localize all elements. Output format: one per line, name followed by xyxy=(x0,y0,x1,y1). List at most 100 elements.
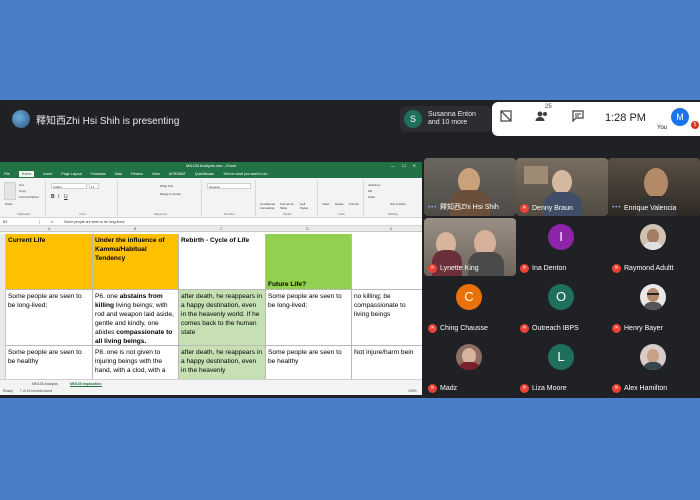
format-painter-button[interactable]: Format Painter xyxy=(19,195,39,199)
shared-screen-excel: MN135 Analysis.xlsx - Excel — ☐ ✕ File Ho… xyxy=(0,162,422,395)
col-header-e[interactable]: E xyxy=(390,227,392,231)
col-header-b[interactable]: B xyxy=(134,227,136,231)
menu-item-6[interactable]: Review xyxy=(131,172,143,176)
clear-button[interactable]: Clear xyxy=(368,195,375,199)
participant-tile-8[interactable]: O ✕ Outreach IBPS xyxy=(516,278,608,336)
excel-ribbon: Paste Cut Copy Format Painter Clipboard … xyxy=(0,178,422,218)
cell-row2-extra[interactable]: Not injure/harm bein xyxy=(352,346,422,379)
participant-tile-1[interactable]: ••• 釋知西Zhi Hsi Shih xyxy=(424,158,516,216)
wrap-text-button[interactable]: Wrap Text xyxy=(160,184,173,188)
fill-button[interactable]: Fill xyxy=(368,189,372,193)
group-label-font: Font xyxy=(79,212,86,216)
menu-item-7[interactable]: View xyxy=(152,172,160,176)
mic-muted-icon: ✕ xyxy=(428,264,437,273)
header-kamma[interactable]: Under the influence of Kamma/Habitual Te… xyxy=(93,234,179,290)
cell-row1-kamma[interactable]: P6. one abstains from killing living bei… xyxy=(93,290,179,346)
zoom-level[interactable]: 100% xyxy=(408,389,417,393)
delete-cells-button[interactable]: Delete xyxy=(335,202,344,206)
people-icon[interactable] xyxy=(532,109,552,129)
cell-row2-future[interactable]: Some people are seen to be healthy xyxy=(266,346,352,379)
number-format-value: General xyxy=(209,185,220,189)
status-bar: Ready 7 of 19 records found 100% xyxy=(0,387,422,395)
header-rebirth[interactable]: Rebirth - Cycle of Life xyxy=(179,234,266,290)
fx-icon[interactable]: fx xyxy=(40,220,64,224)
menu-item-8[interactable]: ACROBAT xyxy=(169,172,186,176)
participant-name: Alex Hamilton xyxy=(624,385,668,392)
cell-row1-future[interactable]: Some people are seen to be long-lived; xyxy=(266,290,352,346)
layout-icon[interactable] xyxy=(496,109,516,129)
col-header-a[interactable]: A xyxy=(48,227,50,231)
cell-styles-button[interactable]: Cell Styles xyxy=(300,202,314,210)
ribbon-group-clipboard: Paste Cut Copy Format Painter Clipboard xyxy=(2,180,46,216)
menu-item-2[interactable]: Insert xyxy=(43,172,52,176)
mic-muted-icon: ✕ xyxy=(520,204,529,213)
header-current-life[interactable]: Current Life xyxy=(6,234,93,290)
menu-item-1[interactable]: Home xyxy=(18,171,35,177)
sheet-tab-analysis[interactable]: MN135 Analysis xyxy=(32,382,58,386)
presenter-indicator: 釋知西Zhi Hsi Shih is presenting xyxy=(12,110,179,128)
menu-item-5[interactable]: Data xyxy=(115,172,123,176)
mic-muted-icon: ✕ xyxy=(612,264,621,273)
participant-tile-10[interactable]: ✕ Madz xyxy=(424,338,516,396)
font-size-select[interactable]: 11 xyxy=(89,183,99,189)
participant-tile-6[interactable]: ✕ Raymond Adultt xyxy=(608,218,700,276)
underline-button[interactable]: U xyxy=(64,194,68,200)
header-future-life[interactable]: Future Life? xyxy=(266,234,352,290)
participant-name: Denny Braun xyxy=(532,205,573,212)
participant-name: Liza Moore xyxy=(532,385,567,392)
menu-item-3[interactable]: Page Layout xyxy=(61,172,81,176)
chat-icon[interactable] xyxy=(568,109,588,129)
participant-tile-12[interactable]: ✕ Alex Hamilton xyxy=(608,338,700,396)
participants-pill[interactable]: S Susanna Enton and 10 more xyxy=(400,106,492,132)
menu-item-9[interactable]: QuickBooks xyxy=(195,172,214,176)
cell-row2-current[interactable]: Some people are seen to be healthy xyxy=(6,346,93,379)
header-blank[interactable] xyxy=(352,234,422,290)
col-header-d[interactable]: D xyxy=(306,227,309,231)
format-cells-button[interactable]: Format xyxy=(349,202,359,206)
menu-item-4[interactable]: Formulas xyxy=(91,172,106,176)
italic-button[interactable]: I xyxy=(58,194,59,200)
insert-cells-button[interactable]: Insert xyxy=(322,202,330,206)
cell-row2-kamma[interactable]: P8. one is not given to injuring beings … xyxy=(93,346,179,379)
presenter-avatar xyxy=(12,110,30,128)
excel-menu-bar: File Home Insert Page Layout Formulas Data Rev… xyxy=(0,170,422,178)
paste-button[interactable] xyxy=(4,182,16,200)
participant-tile-7[interactable]: C ✕ Ching Chausse xyxy=(424,278,516,336)
number-format-select[interactable]: General xyxy=(207,183,251,189)
participant-tile-5[interactable]: I ✕ Ina Denton xyxy=(516,218,608,276)
cut-button[interactable]: Cut xyxy=(19,183,24,187)
name-box[interactable]: B3 xyxy=(0,219,40,224)
autosum-button[interactable]: AutoSum xyxy=(368,183,380,187)
mic-muted-icon: ✕ xyxy=(428,384,437,393)
copy-button[interactable]: Copy xyxy=(19,189,26,193)
font-name-value: Calibri xyxy=(53,185,62,189)
menu-item-0[interactable]: File xyxy=(4,172,10,176)
formula-input[interactable]: Some people are seen to be long-lived; xyxy=(64,220,125,224)
participant-tile-2[interactable]: ✕ Denny Braun xyxy=(516,158,608,216)
conditional-formatting-button[interactable]: Conditional Formatting xyxy=(260,202,278,210)
participant-tile-3[interactable]: ••• Enrique Valencia xyxy=(608,158,700,216)
pill-line2: and 10 more xyxy=(428,119,468,126)
participant-tile-9[interactable]: ✕ Henry Bayer xyxy=(608,278,700,336)
bold-button[interactable]: B xyxy=(51,194,55,200)
cell-row1-extra[interactable]: no killing; be compassionate to living b… xyxy=(352,290,422,346)
cell-row2-rebirth[interactable]: after death, he reappears in a happy des… xyxy=(179,346,266,379)
window-controls[interactable]: — ☐ ✕ xyxy=(391,162,419,170)
cell-row1-current[interactable]: Some people are seen to be long-lived; xyxy=(6,290,93,346)
format-as-table-button[interactable]: Format as Table xyxy=(280,202,296,210)
merge-center-button[interactable]: Merge & Center xyxy=(160,192,181,196)
avatar xyxy=(640,344,666,370)
participant-tile-11[interactable]: L ✕ Liza Moore xyxy=(516,338,608,396)
page-background: 釋知西Zhi Hsi Shih is presenting S Susanna … xyxy=(0,0,700,500)
cell-row1-rebirth[interactable]: after death, he reappears in a happy des… xyxy=(179,290,266,346)
sort-filter-button[interactable]: Sort & Filter xyxy=(390,202,406,206)
mic-muted-icon: ✕ xyxy=(520,264,529,273)
ribbon-group-cells: Insert Delete Format Cells xyxy=(320,180,364,216)
col-header-c[interactable]: C xyxy=(220,227,223,231)
mic-muted-icon: ✕ xyxy=(612,384,621,393)
menu-item-10[interactable]: Tell me what you want to do xyxy=(223,172,267,176)
participant-tile-4[interactable]: ✕ Lynette King xyxy=(424,218,516,276)
group-label-clipboard: Clipboard xyxy=(17,212,30,216)
self-avatar[interactable]: M xyxy=(671,108,689,126)
font-name-select[interactable]: Calibri xyxy=(51,183,87,189)
